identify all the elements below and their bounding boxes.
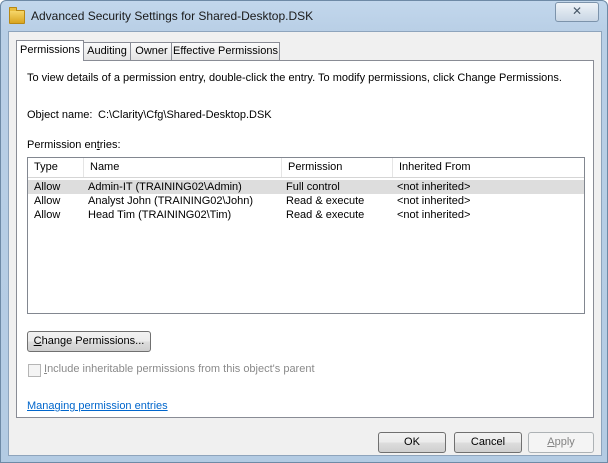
permission-entries-list[interactable]: Type Name Permission Inherited From Allo… (27, 157, 585, 314)
cell-permission: Read & execute (286, 195, 365, 207)
object-name-value: C:\Clarity\Cfg\Shared-Desktop.DSK (98, 109, 272, 121)
window-title: Advanced Security Settings for Shared-De… (31, 9, 314, 23)
dialog-client-area: Permissions Auditing Owner Effective Per… (8, 31, 602, 456)
title-bar: Advanced Security Settings for Shared-De… (1, 1, 607, 31)
cell-type: Allow (34, 181, 61, 193)
column-header-permission[interactable]: Permission (282, 158, 393, 177)
dialog-window: Advanced Security Settings for Shared-De… (0, 0, 608, 463)
cell-name: Admin-IT (TRAINING02\Admin) (88, 181, 242, 193)
cell-name: Head Tim (TRAINING02\Tim) (88, 209, 232, 221)
table-row[interactable]: Allow Head Tim (TRAINING02\Tim) Read & e… (28, 208, 584, 222)
close-icon: ✕ (571, 4, 583, 18)
folder-icon (9, 7, 25, 24)
cell-inherited-from: <not inherited> (397, 195, 471, 207)
change-permissions-button[interactable]: Change Permissions... (27, 331, 151, 352)
tab-effective-permissions[interactable]: Effective Permissions (171, 42, 280, 60)
column-header-inherited-from[interactable]: Inherited From (393, 158, 584, 177)
close-button[interactable]: ✕ (555, 2, 599, 22)
cell-permission: Read & execute (286, 209, 365, 221)
cell-type: Allow (34, 195, 61, 207)
ok-button[interactable]: OK (378, 432, 446, 453)
apply-button[interactable]: Apply (528, 432, 594, 453)
tab-owner[interactable]: Owner (130, 42, 173, 60)
include-inheritable-label: Include inheritable permissions from thi… (44, 363, 315, 375)
object-name-label: Object name: (27, 109, 93, 121)
table-row[interactable]: Allow Admin-IT (TRAINING02\Admin) Full c… (28, 180, 584, 194)
column-header-name[interactable]: Name (84, 158, 282, 177)
cancel-button[interactable]: Cancel (454, 432, 522, 453)
cell-type: Allow (34, 209, 61, 221)
include-inheritable-checkbox[interactable] (28, 364, 41, 377)
cell-permission: Full control (286, 181, 340, 193)
list-header: Type Name Permission Inherited From (28, 158, 584, 178)
cell-inherited-from: <not inherited> (397, 181, 471, 193)
managing-permission-entries-link[interactable]: Managing permission entries (27, 400, 168, 412)
table-row[interactable]: Allow Analyst John (TRAINING02\John) Rea… (28, 194, 584, 208)
column-header-type[interactable]: Type (28, 158, 84, 177)
tab-permissions[interactable]: Permissions (16, 40, 84, 61)
permissions-tab-panel: To view details of a permission entry, d… (16, 60, 594, 418)
cell-inherited-from: <not inherited> (397, 209, 471, 221)
permission-entries-label: Permission entries: (27, 139, 121, 151)
instructions-text: To view details of a permission entry, d… (27, 72, 562, 84)
cell-name: Analyst John (TRAINING02\John) (88, 195, 254, 207)
tab-auditing[interactable]: Auditing (82, 42, 132, 60)
